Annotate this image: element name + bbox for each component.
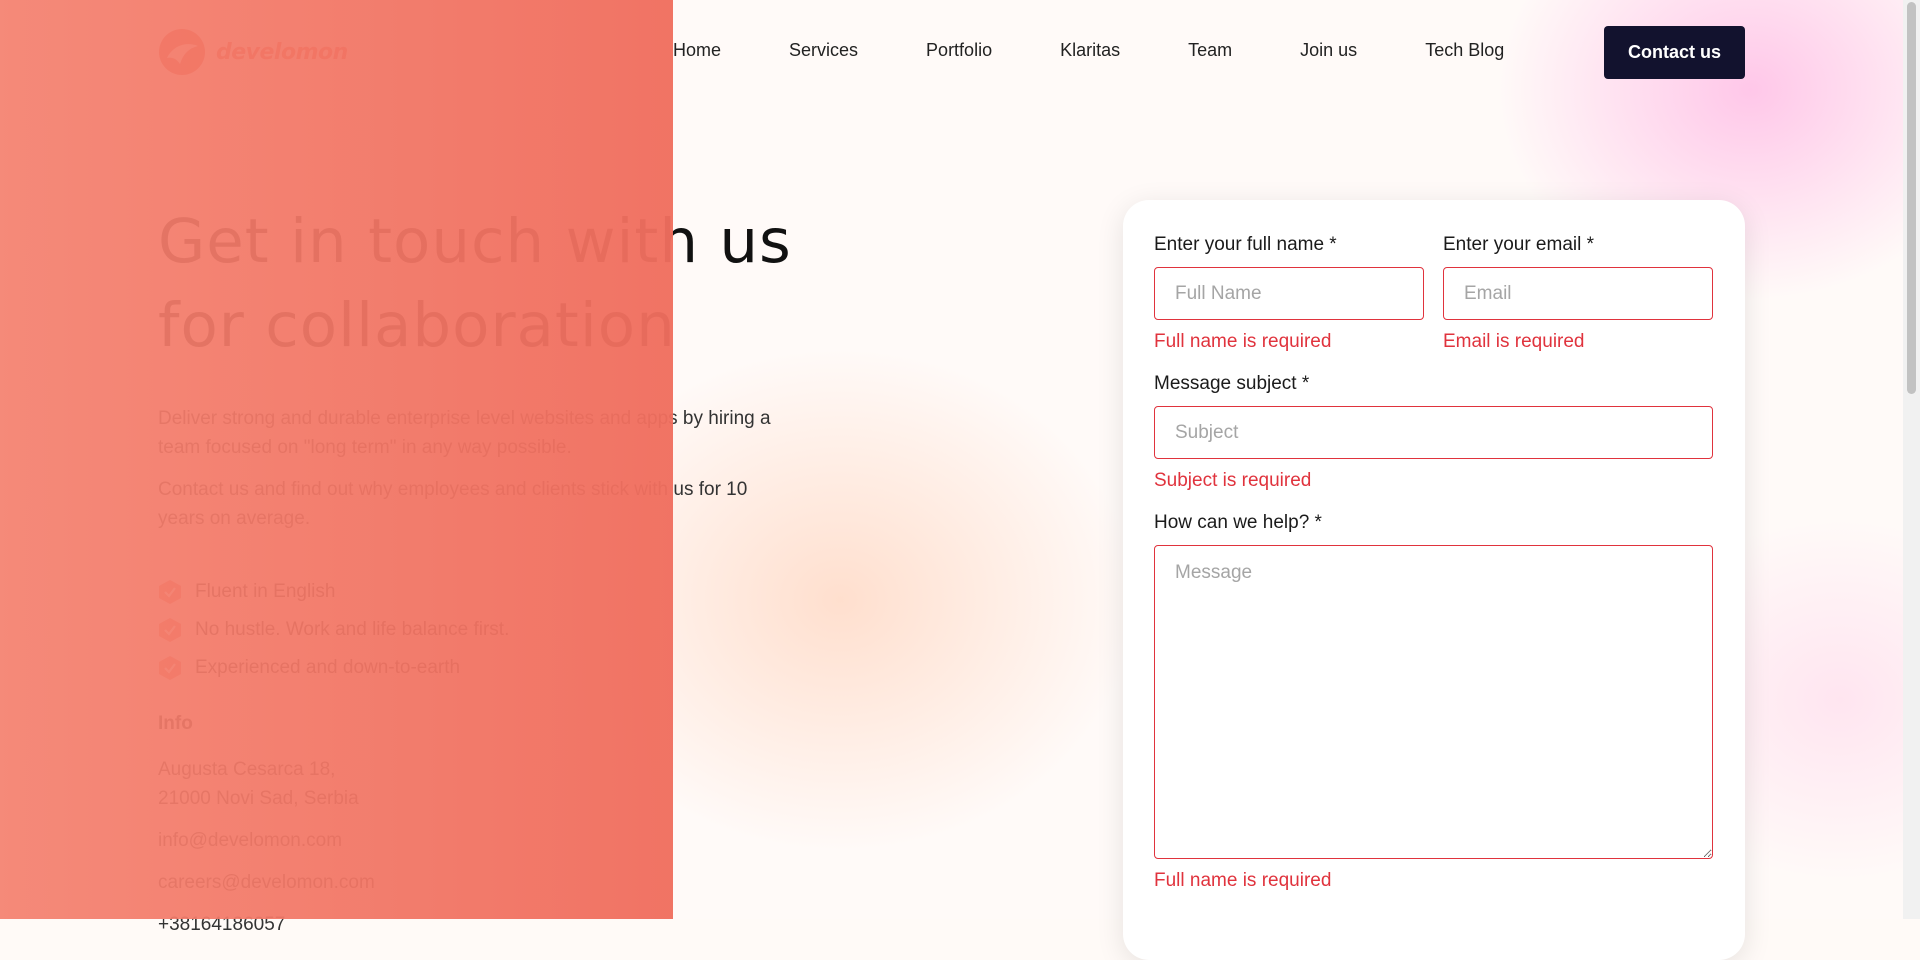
email-error: Email is required <box>1443 331 1585 352</box>
name-error: Full name is required <box>1154 331 1332 352</box>
hero-paragraph-1: Deliver strong and durable enterprise le… <box>158 408 771 458</box>
email-label: Enter your email * <box>1443 234 1595 255</box>
address: Augusta Cesarca 18, 21000 Novi Sad, Serb… <box>158 755 798 813</box>
message-textarea[interactable] <box>1154 545 1713 859</box>
page-scrollbar[interactable] <box>1903 0 1920 919</box>
nav-join-us[interactable]: Join us <box>1300 40 1357 61</box>
feature-label: Fluent in English <box>195 581 336 602</box>
logo[interactable]: develomon <box>158 28 348 76</box>
subject-error: Subject is required <box>1154 470 1312 491</box>
feature-label: Experienced and down-to-earth <box>195 657 461 678</box>
message-error: Full name is required <box>1154 870 1332 891</box>
address-line-1: Augusta Cesarca 18, <box>158 759 336 780</box>
feature-label: No hustle. Work and life balance first. <box>195 619 510 640</box>
hexagon-check-icon <box>159 618 181 642</box>
info-email-link[interactable]: info@develomon.com <box>158 826 798 855</box>
nav-tech-blog[interactable]: Tech Blog <box>1425 40 1504 61</box>
name-label: Enter your full name * <box>1154 234 1337 255</box>
main-nav: Home Services Portfolio Klaritas Team Jo… <box>673 40 1572 61</box>
hero-paragraph-2: Contact us and find out why employees an… <box>158 479 748 529</box>
nav-home[interactable]: Home <box>673 40 721 61</box>
subject-input[interactable] <box>1154 406 1713 459</box>
full-name-input[interactable] <box>1154 267 1424 320</box>
nav-team[interactable]: Team <box>1188 40 1232 61</box>
feature-item: Fluent in English <box>158 573 798 611</box>
feature-item: Experienced and down-to-earth <box>158 649 798 687</box>
message-label: How can we help? * <box>1154 512 1322 533</box>
nav-klaritas[interactable]: Klaritas <box>1060 40 1120 61</box>
nav-services[interactable]: Services <box>789 40 858 61</box>
develomon-logo-icon <box>159 29 205 75</box>
title-line-1: Get in touch with us <box>158 206 792 277</box>
page-title: Get in touch with us for collaboration <box>158 200 798 368</box>
feature-item: No hustle. Work and life balance first. <box>158 611 798 649</box>
address-line-2: 21000 Novi Sad, Serbia <box>158 788 359 809</box>
info-heading: Info <box>158 713 193 734</box>
hero-section: Get in touch with us for collaboration D… <box>158 200 798 939</box>
scrollbar-thumb[interactable] <box>1907 2 1916 394</box>
phone-link[interactable]: +38164186057 <box>158 910 798 939</box>
hexagon-check-icon <box>159 656 181 680</box>
brand-name: develomon <box>216 39 348 65</box>
nav-portfolio[interactable]: Portfolio <box>926 40 992 61</box>
site-header: develomon Home Services Portfolio Klarit… <box>0 0 1920 105</box>
careers-email-link[interactable]: careers@develomon.com <box>158 868 798 897</box>
contact-us-button[interactable]: Contact us <box>1604 26 1745 79</box>
email-input[interactable] <box>1443 267 1713 320</box>
title-line-2: for collaboration <box>158 290 676 361</box>
feature-list: Fluent in English No hustle. Work and li… <box>158 573 798 687</box>
contact-form: Enter your full name * Full name is requ… <box>1123 200 1745 960</box>
hexagon-check-icon <box>159 580 181 604</box>
subject-label: Message subject * <box>1154 373 1310 394</box>
